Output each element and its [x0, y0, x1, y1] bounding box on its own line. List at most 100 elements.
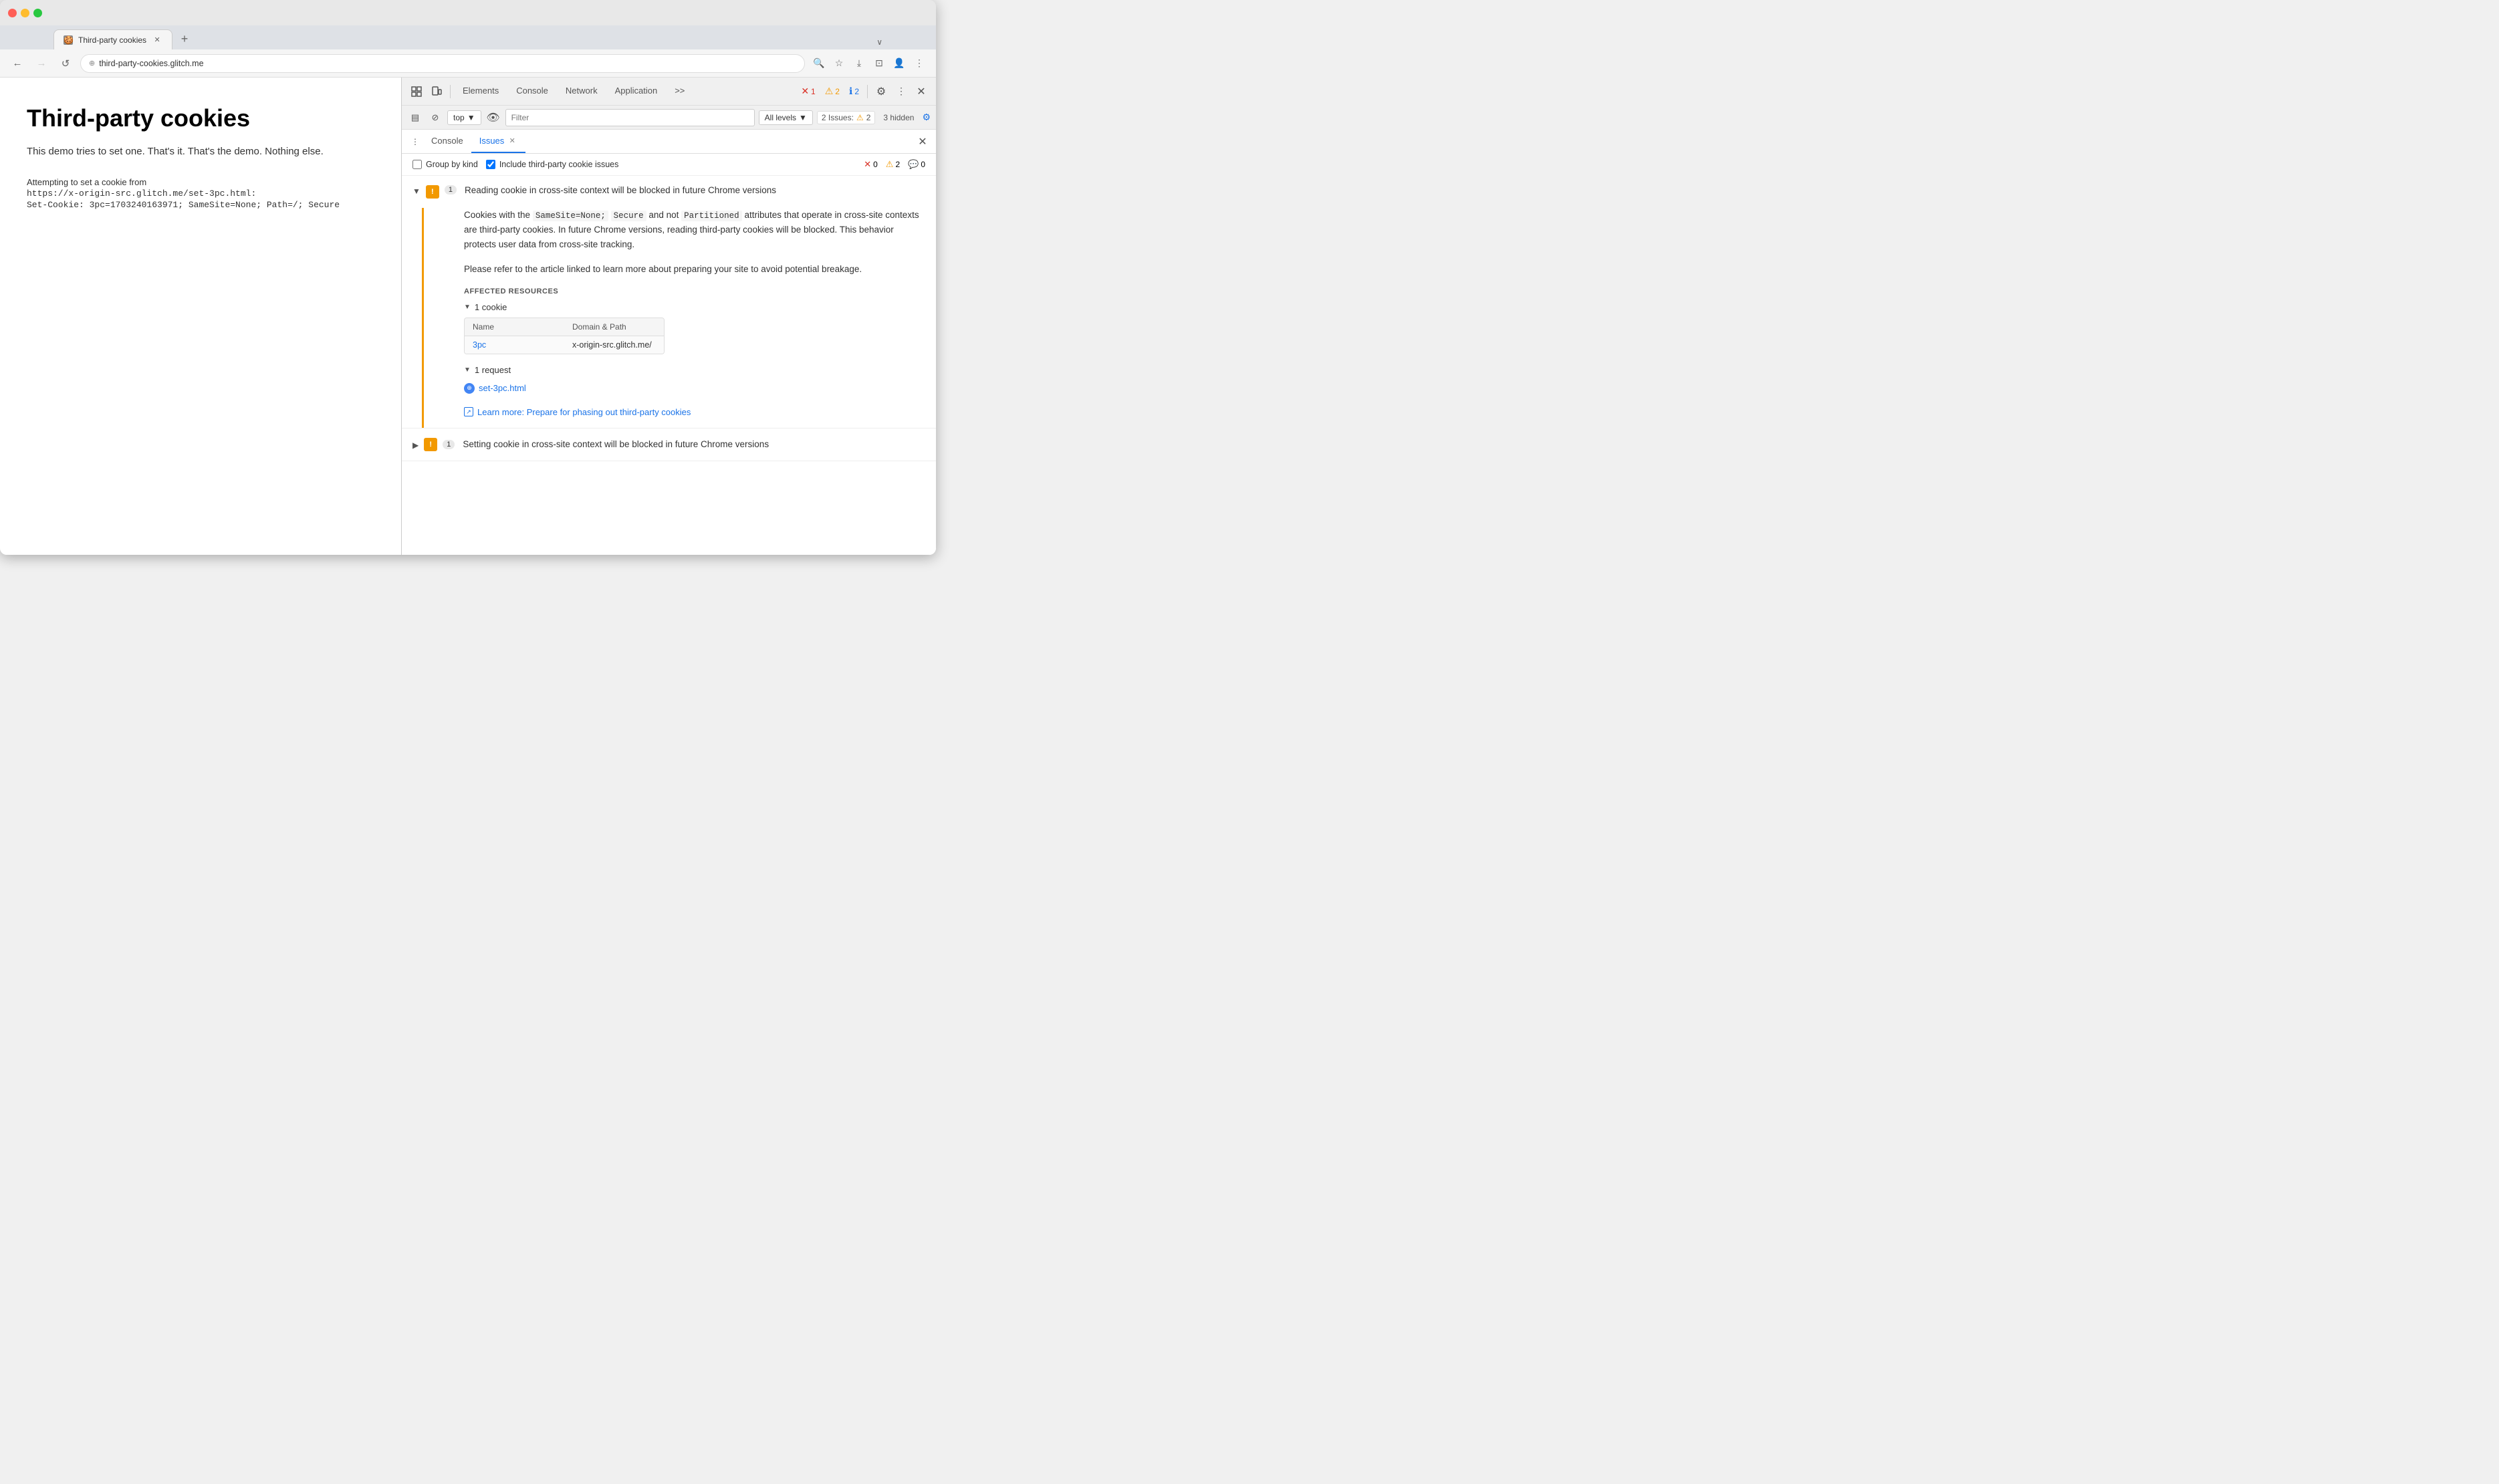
- devtools-more-button[interactable]: ⋮: [892, 82, 911, 101]
- page-description: This demo tries to set one. That's it. T…: [27, 146, 374, 157]
- clear-console-button[interactable]: ⊘: [427, 110, 443, 126]
- traffic-lights: [8, 9, 42, 17]
- cookie-table-header: Name Domain & Path: [465, 318, 664, 336]
- browser-tab[interactable]: 🍪 Third-party cookies ✕: [53, 29, 172, 49]
- devtools-panel: Elements Console Network Application >> …: [401, 78, 936, 555]
- devtools-settings-button[interactable]: ⚙: [872, 82, 890, 101]
- issue-1-title: Reading cookie in cross-site context wil…: [465, 185, 925, 195]
- request-icon: ⊕: [464, 383, 475, 394]
- devtools-close-button[interactable]: ✕: [912, 82, 931, 101]
- browser-menu-button[interactable]: ⋮: [911, 55, 928, 72]
- toolbar-divider-2: [867, 85, 868, 98]
- issues-tab-close-button[interactable]: ✕: [507, 136, 517, 146]
- cookie-section-chevron: ▼: [464, 303, 471, 311]
- profile-button[interactable]: 👤: [890, 55, 908, 72]
- reload-button[interactable]: ↺: [56, 54, 75, 73]
- panel-tab-console[interactable]: Console: [423, 130, 471, 153]
- issues-content: Group by kind Include third-party cookie…: [402, 154, 936, 555]
- issue-item-2: ▶ ! 1 Setting cookie in cross-site conte…: [402, 428, 936, 461]
- devtools-tab-more[interactable]: >>: [667, 78, 693, 105]
- tab-close-button[interactable]: ✕: [152, 35, 162, 45]
- browser-window: 🍪 Third-party cookies ✕ + ∨ ← → ↺ ⊕ thir…: [0, 0, 936, 555]
- tab-list-chevron[interactable]: ∨: [876, 37, 882, 47]
- devtools-tab-console[interactable]: Console: [508, 78, 556, 105]
- devtools-tab-elements[interactable]: Elements: [455, 78, 507, 105]
- live-expression-button[interactable]: 👁: [485, 110, 501, 126]
- cast-button[interactable]: ⊡: [870, 55, 888, 72]
- cookie-domain-1: x-origin-src.glitch.me/: [564, 336, 664, 354]
- devtools-toolbar: Elements Console Network Application >> …: [402, 78, 936, 106]
- title-bar: [0, 0, 936, 25]
- console-settings-icon[interactable]: ⚙: [922, 112, 931, 123]
- issue-2-count: 1: [443, 440, 455, 449]
- group-by-kind-checkbox[interactable]: [412, 160, 422, 169]
- bookmark-button[interactable]: ☆: [830, 55, 848, 72]
- toolbar-divider: [450, 85, 451, 98]
- issues-toolbar: Group by kind Include third-party cookie…: [402, 154, 936, 176]
- page-log: Attempting to set a cookie from https://…: [27, 177, 374, 210]
- context-selector[interactable]: top ▼: [447, 110, 481, 125]
- issue-1-count: 1: [445, 185, 457, 195]
- tab-title: Third-party cookies: [78, 35, 146, 45]
- page-content: Third-party cookies This demo tries to s…: [0, 78, 401, 555]
- security-icon: ⊕: [89, 59, 95, 68]
- back-button[interactable]: ←: [8, 54, 27, 73]
- tab-end: ∨: [194, 37, 882, 49]
- device-emulation-button[interactable]: [427, 82, 446, 101]
- group-by-kind-label[interactable]: Group by kind: [412, 160, 478, 169]
- nav-actions: 🔍 ☆ ⤓ ⊡ 👤 ⋮: [810, 55, 928, 72]
- maximize-button[interactable]: [33, 9, 42, 17]
- panel-tab-issues[interactable]: Issues ✕: [471, 130, 526, 153]
- issue-1-body: Cookies with the SameSite=None; Secure a…: [453, 208, 936, 428]
- warn-badge[interactable]: ⚠ 2: [821, 84, 844, 98]
- log-levels-select[interactable]: All levels ▼: [759, 110, 813, 125]
- cookie-section-toggle[interactable]: ▼ 1 cookie: [464, 302, 925, 312]
- issues-error-badge: ✕ 0: [864, 159, 878, 170]
- devtools-tab-network[interactable]: Network: [558, 78, 606, 105]
- error-badge[interactable]: ✕ 1: [797, 84, 819, 98]
- close-button[interactable]: [8, 9, 17, 17]
- request-resource-section: ▼ 1 request ⊕ set-3pc.html: [464, 365, 925, 396]
- issue-2-header[interactable]: ▶ ! 1 Setting cookie in cross-site conte…: [402, 428, 936, 461]
- cookie-header-name: Name: [465, 318, 564, 336]
- save-page-button[interactable]: ⤓: [850, 55, 868, 72]
- main-area: Third-party cookies This demo tries to s…: [0, 78, 936, 555]
- forward-button[interactable]: →: [32, 54, 51, 73]
- cookie-section-label: 1 cookie: [475, 302, 507, 312]
- issue-1-expand-icon: ▼: [412, 187, 421, 196]
- sidebar-toggle-button[interactable]: ▤: [407, 110, 423, 126]
- request-link-1[interactable]: ⊕ set-3pc.html: [464, 380, 925, 396]
- request-section-chevron: ▼: [464, 366, 471, 374]
- url-display: third-party-cookies.glitch.me: [99, 59, 796, 68]
- console-filter-input[interactable]: [505, 109, 755, 126]
- external-link-icon: ↗: [464, 407, 473, 416]
- panel-menu-button[interactable]: ⋮: [407, 134, 423, 150]
- issue-1-header[interactable]: ▼ ! 1 Reading cookie in cross-site conte…: [402, 176, 936, 208]
- affected-resources-label: AFFECTED RESOURCES: [464, 287, 925, 295]
- new-tab-button[interactable]: +: [175, 29, 194, 48]
- log-intro: Attempting to set a cookie from: [27, 177, 374, 187]
- issue-1-description-2: Please refer to the article linked to le…: [464, 262, 925, 277]
- cookie-resource-section: ▼ 1 cookie Name Domain & Path 3: [464, 302, 925, 354]
- inspect-element-button[interactable]: [407, 82, 426, 101]
- devtools-tab-application[interactable]: Application: [607, 78, 666, 105]
- address-bar[interactable]: ⊕ third-party-cookies.glitch.me: [80, 54, 805, 73]
- minimize-button[interactable]: [21, 9, 29, 17]
- hidden-messages-label[interactable]: 3 hidden: [879, 112, 918, 124]
- log-cookie: Set-Cookie: 3pc=1703240163971; SameSite=…: [27, 200, 374, 210]
- cookie-name-3pc[interactable]: 3pc: [465, 336, 564, 354]
- include-third-party-label[interactable]: Include third-party cookie issues: [486, 160, 619, 169]
- tab-favicon: 🍪: [64, 35, 73, 45]
- issue-2-warn-icon: !: [424, 438, 437, 451]
- cookie-table: Name Domain & Path 3pc x-origin-src.glit…: [464, 318, 665, 354]
- code-partitioned: Partitioned: [681, 211, 742, 221]
- include-third-party-checkbox[interactable]: [486, 160, 495, 169]
- learn-more-link[interactable]: ↗ Learn more: Prepare for phasing out th…: [464, 407, 925, 417]
- zoom-button[interactable]: 🔍: [810, 55, 828, 72]
- panel-close-button[interactable]: ✕: [915, 134, 931, 150]
- panel-tabs-bar: ⋮ Console Issues ✕ ✕: [402, 130, 936, 154]
- info-badge[interactable]: ℹ 2: [845, 84, 863, 98]
- cookie-table-row-1: 3pc x-origin-src.glitch.me/: [465, 336, 664, 354]
- issues-count-display: 2 Issues: ⚠ 2: [817, 111, 875, 124]
- request-section-toggle[interactable]: ▼ 1 request: [464, 365, 925, 375]
